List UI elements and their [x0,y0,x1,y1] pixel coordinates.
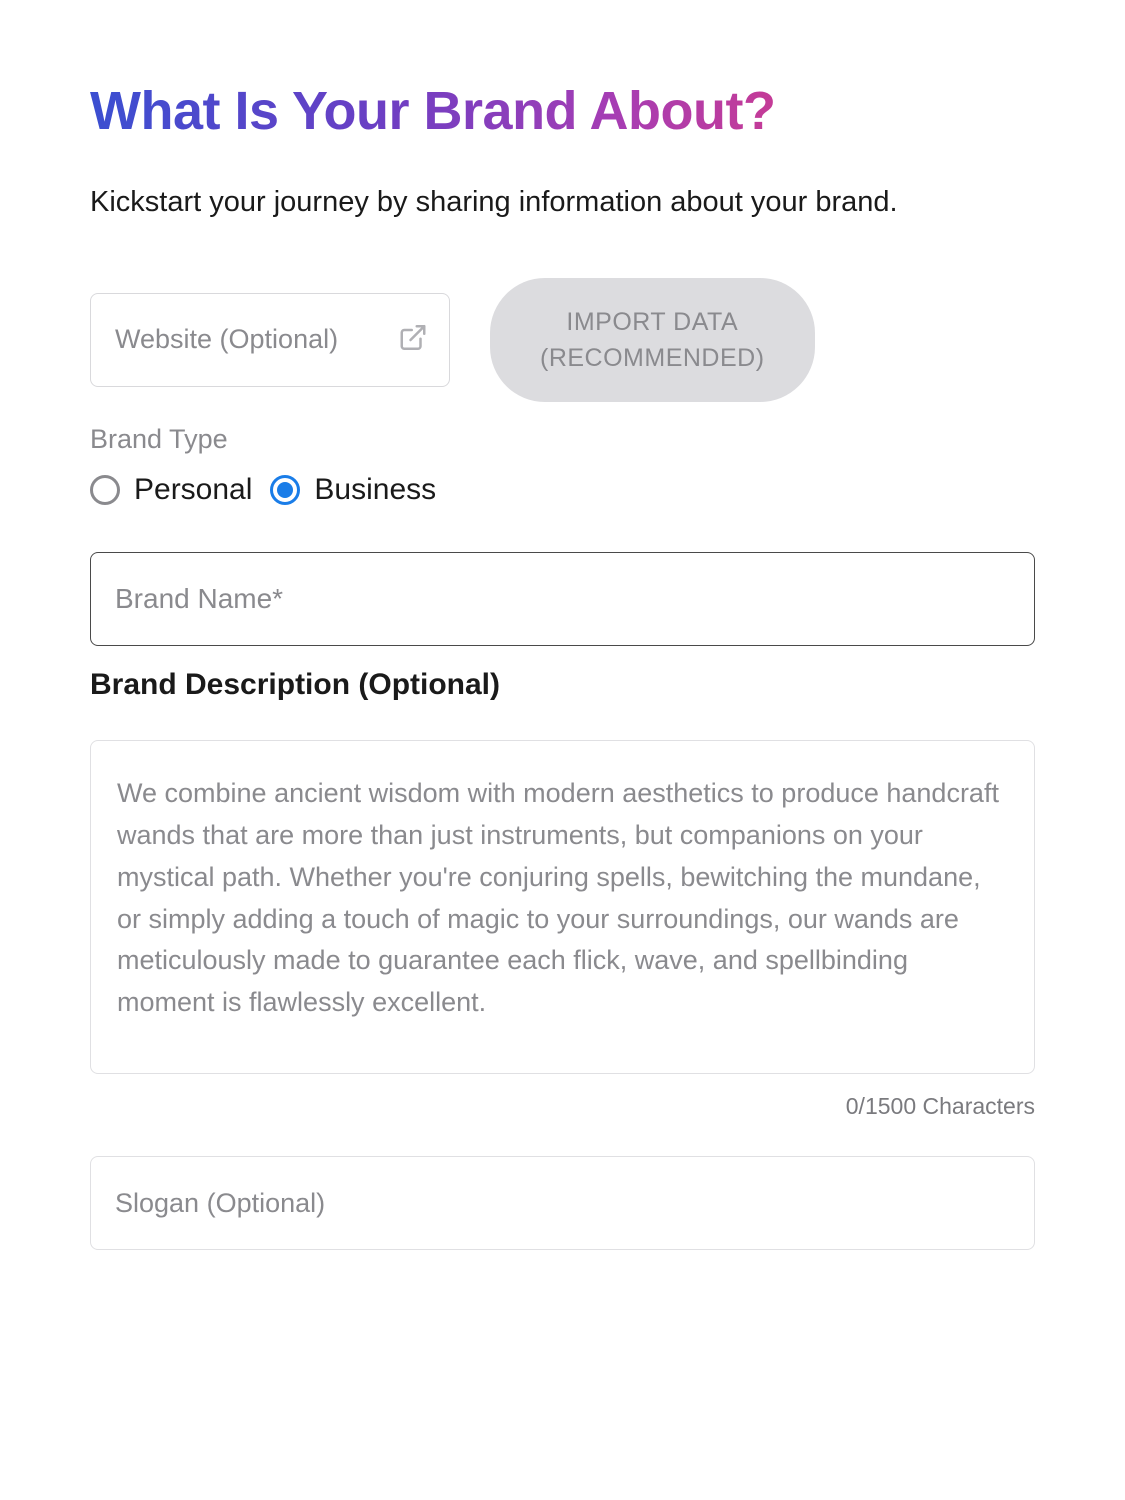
brand-name-input[interactable] [90,552,1035,646]
website-input[interactable] [90,293,450,387]
radio-business[interactable]: Business [270,473,436,507]
slogan-input[interactable] [90,1156,1035,1250]
website-import-row: IMPORT DATA (RECOMMENDED) [90,278,1035,403]
page-title: What Is Your Brand About? [90,80,1035,142]
radio-personal[interactable]: Personal [90,473,252,507]
brand-type-label: Brand Type [90,424,1035,455]
character-counter: 0/1500 Characters [90,1093,1035,1120]
import-data-button[interactable]: IMPORT DATA (RECOMMENDED) [490,278,815,403]
import-button-line1: IMPORT DATA [566,308,738,336]
import-button-line2: (RECOMMENDED) [540,344,765,372]
radio-label-business: Business [314,473,436,507]
external-link-icon [398,322,428,357]
brand-description-textarea[interactable] [90,740,1035,1074]
page-subtitle: Kickstart your journey by sharing inform… [90,182,1035,223]
radio-dot-icon [277,482,293,498]
radio-label-personal: Personal [134,473,252,507]
website-input-wrapper [90,293,450,387]
brand-type-radio-group: Personal Business [90,473,1035,507]
brand-description-heading: Brand Description (Optional) [90,668,1035,702]
radio-circle-icon [270,475,300,505]
radio-circle-icon [90,475,120,505]
